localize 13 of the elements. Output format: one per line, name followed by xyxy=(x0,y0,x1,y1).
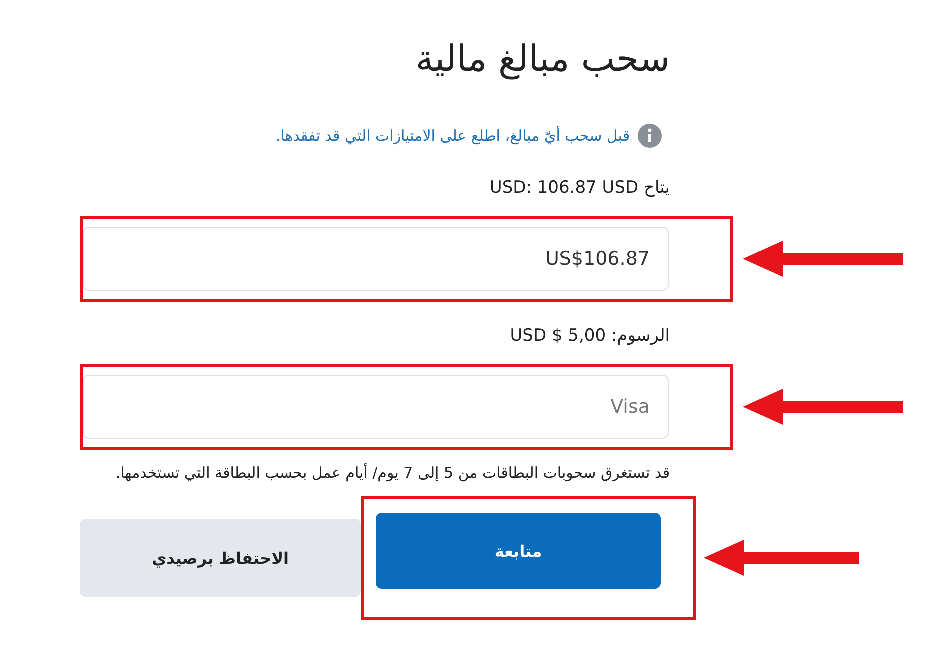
fee-text: الرسوم: USD $ 5,00 xyxy=(510,326,670,346)
page-title: سحب مبالغ مالية xyxy=(416,38,670,82)
info-link[interactable]: قبل سحب أيّ مبالغ، اطلع على الامتيازات التي قد تفقدها. xyxy=(276,127,630,145)
card-field[interactable]: Visa xyxy=(83,375,669,439)
arrow-icon xyxy=(704,538,859,578)
arrow-icon xyxy=(743,239,903,279)
arrow-icon xyxy=(743,387,903,427)
info-icon xyxy=(638,124,662,148)
keep-balance-button[interactable]: الاحتفاظ برصيدي xyxy=(80,519,361,597)
processing-note: قد تستغرق سحوبات البطاقات من 5 إلى 7 يوم/ أيام عمل بحسب البطاقة التي تستخدمها. xyxy=(114,462,670,484)
continue-button[interactable]: متابعة xyxy=(376,513,661,589)
amount-field[interactable]: US$106.87 xyxy=(83,227,669,291)
available-balance: يتاح USD: 106.87 USD xyxy=(490,178,670,198)
